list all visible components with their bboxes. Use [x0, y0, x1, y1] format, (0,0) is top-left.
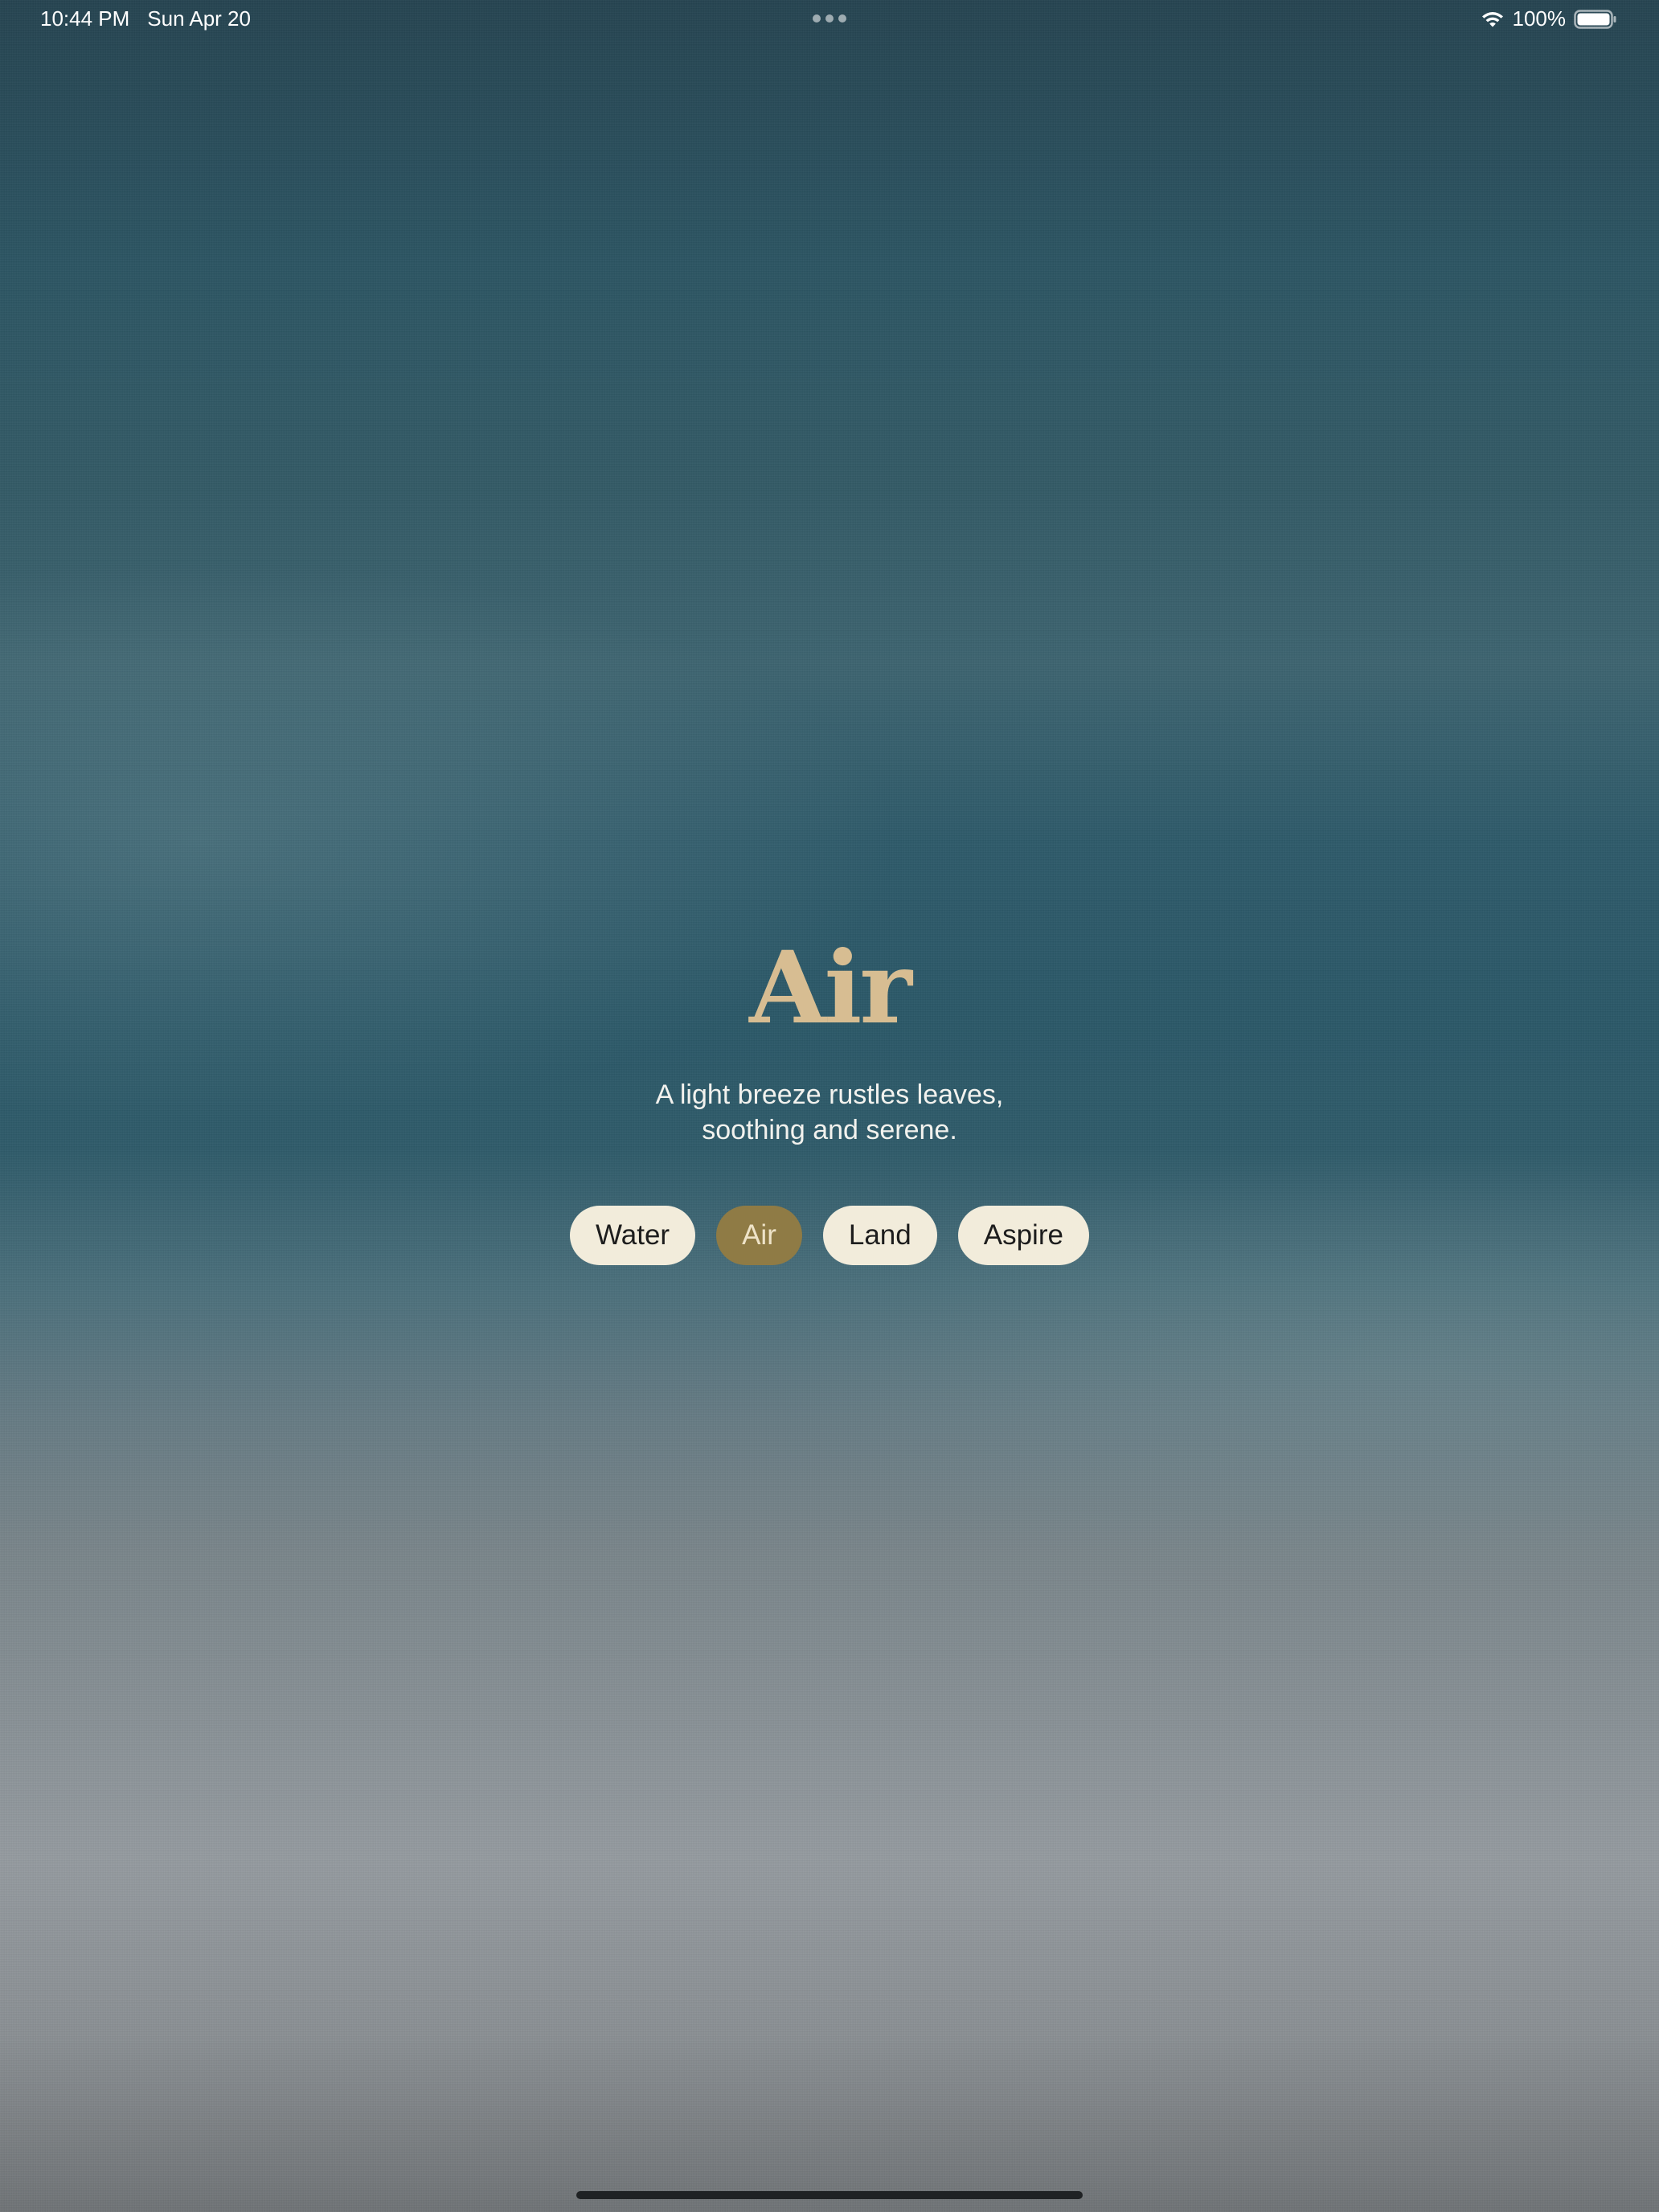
page-title: Air: [749, 930, 912, 1047]
home-indicator[interactable]: [576, 2191, 1083, 2199]
pill-air[interactable]: Air: [716, 1206, 802, 1265]
status-right: 100%: [1481, 6, 1618, 31]
pill-land[interactable]: Land: [822, 1206, 937, 1265]
status-bar: 10:44 PM Sun Apr 20 100%: [0, 0, 1659, 39]
status-time: 10:44 PM: [40, 6, 130, 31]
multitask-dots-icon[interactable]: [813, 14, 846, 23]
hero: Air A light breeze rustles leaves, sooth…: [0, 932, 1659, 1265]
status-date: Sun Apr 20: [147, 6, 251, 31]
hero-subtitle: A light breeze rustles leaves, soothing …: [588, 1077, 1071, 1148]
dot: [825, 14, 834, 23]
dot: [838, 14, 846, 23]
status-left: 10:44 PM Sun Apr 20: [40, 6, 251, 31]
subtitle-line-2: soothing and serene.: [702, 1115, 957, 1145]
wifi-icon: [1481, 11, 1503, 27]
category-pills: Water Air Land Aspire: [0, 1206, 1659, 1265]
battery-icon: [1574, 9, 1616, 29]
battery-percent: 100%: [1512, 6, 1567, 31]
subtitle-line-1: A light breeze rustles leaves,: [655, 1079, 1004, 1110]
pill-water[interactable]: Water: [570, 1206, 696, 1265]
pill-aspire[interactable]: Aspire: [957, 1206, 1089, 1265]
dot: [813, 14, 821, 23]
